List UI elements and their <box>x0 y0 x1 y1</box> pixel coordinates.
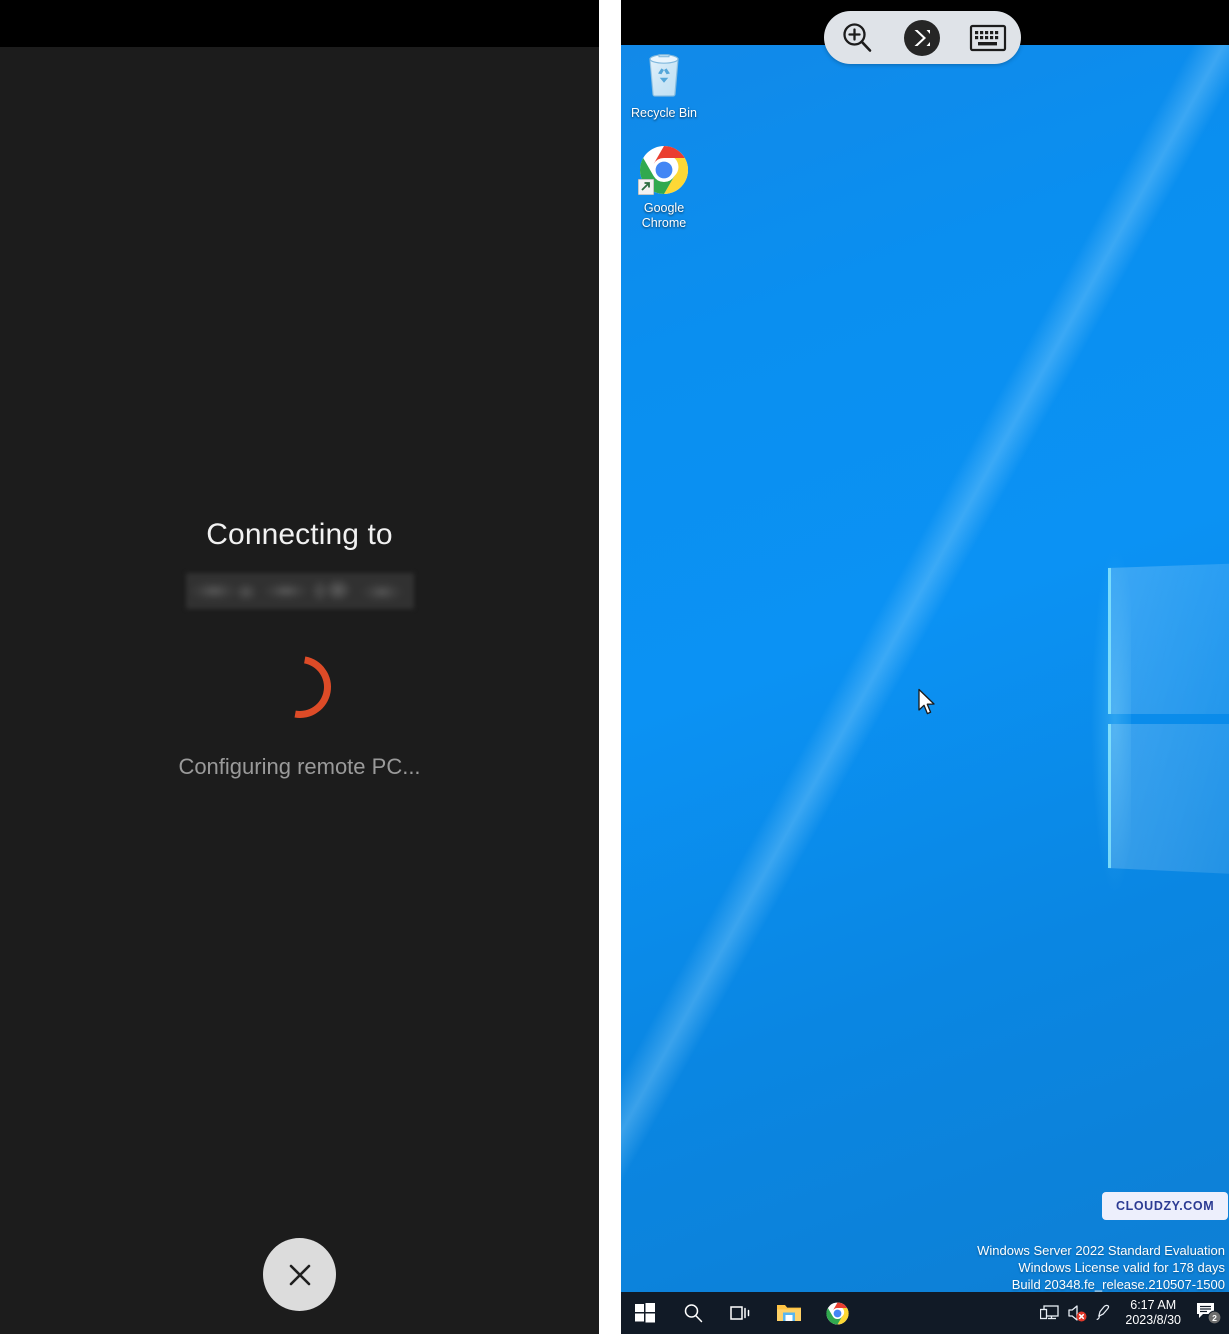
clock-time: 6:17 AM <box>1130 1298 1177 1312</box>
windows-taskbar: 6:17 AM 2023/8/30 2 <box>621 1292 1229 1334</box>
pen-icon <box>1096 1304 1110 1321</box>
volume-muted-tray-icon[interactable] <box>1063 1292 1090 1334</box>
mouse-pointer-icon <box>917 688 937 721</box>
system-tray: 6:17 AM 2023/8/30 2 <box>1036 1292 1229 1334</box>
wallpaper-logo-pane-top <box>1108 562 1229 714</box>
pen-tray-icon[interactable] <box>1090 1292 1117 1334</box>
panel-divider <box>599 0 621 1334</box>
clock-date: 2023/8/30 <box>1125 1313 1181 1327</box>
desktop-icon-label: Recycle Bin <box>631 106 697 120</box>
chrome-icon <box>621 145 707 197</box>
chrome-taskbar-button[interactable] <box>813 1292 861 1334</box>
notification-count: 2 <box>1212 1313 1217 1323</box>
start-button[interactable] <box>621 1292 669 1334</box>
file-explorer-button[interactable] <box>765 1292 813 1334</box>
keyboard-button[interactable] <box>965 15 1011 61</box>
windows-start-icon <box>635 1303 655 1323</box>
task-view-button[interactable] <box>717 1292 765 1334</box>
status-message: Configuring remote PC... <box>178 754 421 779</box>
connecting-block: Connecting to Configuring remote PC... <box>0 515 599 780</box>
remote-desktop-screen: Recycle Bin Google Chrome CLOUDZY.COM Wi… <box>621 0 1229 1334</box>
remote-session-icon <box>1040 1304 1060 1319</box>
keyboard-icon <box>970 24 1007 51</box>
desktop-icon-google-chrome[interactable]: Google Chrome <box>621 145 707 231</box>
watermark-line-2: Windows License valid for 178 days <box>1018 1260 1225 1275</box>
screenshot-root: Connecting to Configuring remote PC... R… <box>0 0 1229 1334</box>
remote-desktop-icon <box>904 19 941 56</box>
action-center-icon: 2 <box>1197 1303 1222 1325</box>
cancel-connection-button[interactable] <box>263 1238 336 1311</box>
windows-desktop[interactable]: Recycle Bin Google Chrome CLOUDZY.COM Wi… <box>621 45 1229 1292</box>
watermark-line-1: Windows Server 2022 Standard Evaluation <box>977 1243 1225 1258</box>
action-center-button[interactable]: 2 <box>1189 1292 1229 1334</box>
chrome-icon <box>825 1301 849 1325</box>
zoom-in-icon <box>843 22 872 52</box>
remote-desktop-button[interactable] <box>899 15 945 61</box>
loading-spinner <box>256 643 343 731</box>
host-address-redacted <box>185 573 414 609</box>
left-android-status-bar <box>0 0 599 47</box>
desktop-icon-recycle-bin[interactable]: Recycle Bin <box>621 50 707 121</box>
desktop-icon-label-line2: Chrome <box>641 216 687 230</box>
remote-session-tray-icon[interactable] <box>1036 1292 1063 1334</box>
page-title: Connecting to <box>206 518 393 551</box>
wallpaper-logo-pane-bottom <box>1108 724 1229 876</box>
volume-muted-icon <box>1068 1305 1087 1322</box>
search-icon <box>684 1304 703 1323</box>
file-explorer-icon <box>777 1305 801 1321</box>
search-button[interactable] <box>669 1292 717 1334</box>
taskbar-clock[interactable]: 6:17 AM 2023/8/30 <box>1117 1298 1189 1328</box>
connecting-screen: Connecting to Configuring remote PC... <box>0 0 599 1334</box>
watermark-line-3: Build 20348.fe_release.210507-1500 <box>1011 1277 1225 1292</box>
cloudzy-watermark-badge: CLOUDZY.COM <box>1102 1192 1229 1220</box>
task-view-icon <box>730 1306 750 1320</box>
loading-spinner-wrap <box>256 643 343 731</box>
zoom-in-button[interactable] <box>834 15 880 61</box>
close-icon <box>289 1264 310 1285</box>
desktop-icon-label-line1: Google <box>643 201 685 215</box>
windows-evaluation-watermark: Windows Server 2022 Standard Evaluation … <box>805 1242 1225 1292</box>
recycle-bin-icon <box>621 50 707 102</box>
remote-session-toolbar <box>824 11 1021 64</box>
